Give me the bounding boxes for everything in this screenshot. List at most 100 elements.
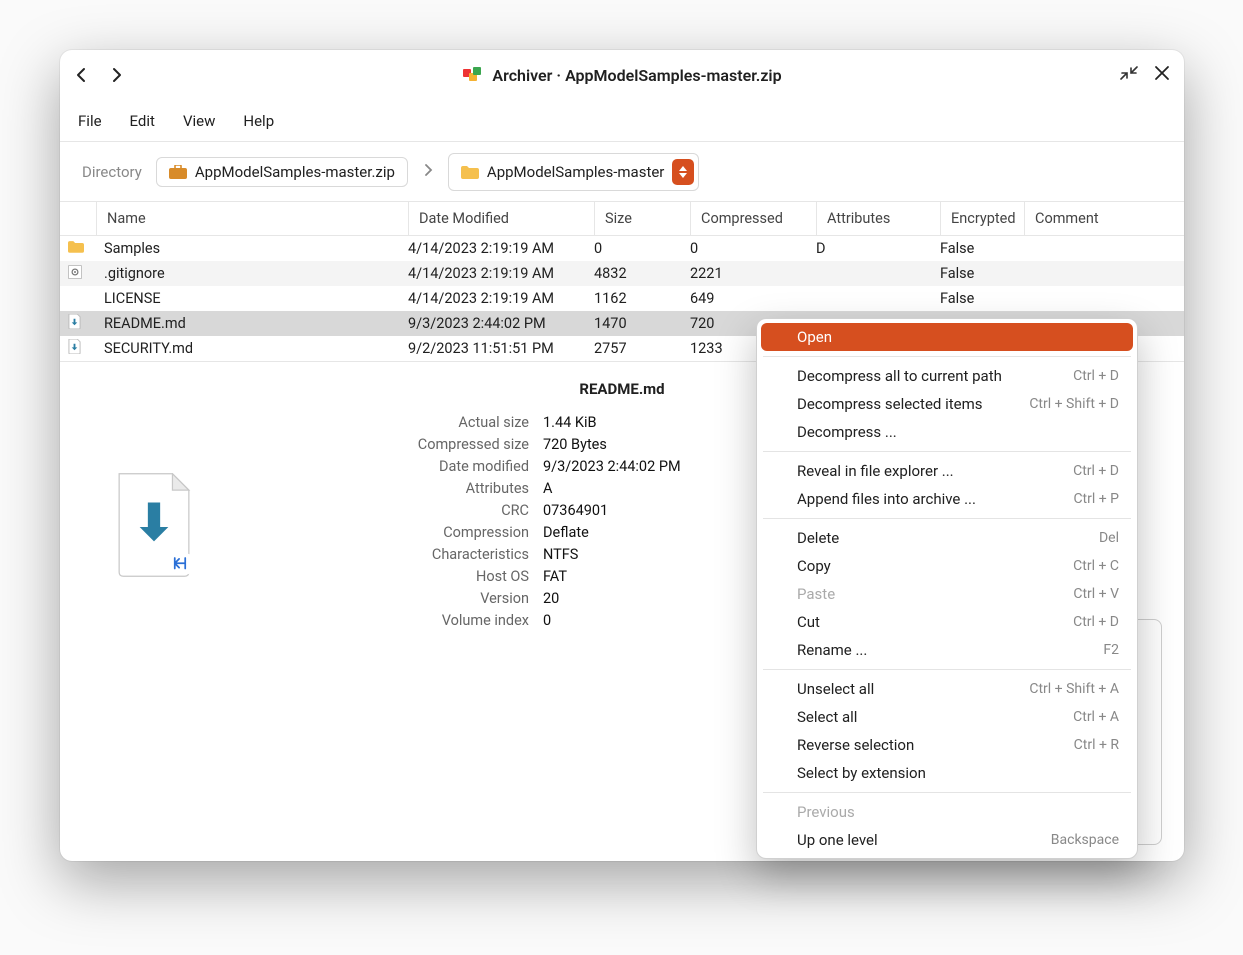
detail-value: 20 — [543, 588, 559, 610]
nav-forward-button[interactable] — [108, 67, 124, 83]
table-row[interactable]: LICENSE4/14/2023 2:19:19 AM1162649False — [60, 286, 1184, 311]
detail-value: NTFS — [543, 544, 578, 566]
context-item[interactable]: DeleteDel — [761, 524, 1133, 552]
gear-icon — [68, 265, 84, 281]
detail-key: Date modified — [224, 456, 529, 478]
context-label: Paste — [797, 585, 835, 603]
context-shortcut: Del — [1099, 530, 1119, 546]
window-title: Archiver · AppModelSamples-master.zip — [492, 66, 781, 85]
menu-file[interactable]: File — [78, 112, 102, 130]
detail-value: 0 — [543, 610, 551, 632]
triangle-up-icon — [679, 166, 687, 171]
context-item[interactable]: Up one levelBackspace — [761, 826, 1133, 854]
triangle-down-icon — [679, 173, 687, 178]
directory-label: Directory — [82, 163, 142, 181]
cell-encrypted: False — [940, 240, 1024, 257]
cell-date: 9/3/2023 2:44:02 PM — [408, 315, 594, 332]
shrink-icon — [1120, 64, 1138, 82]
md-icon — [68, 314, 84, 330]
context-label: Cut — [797, 613, 820, 631]
context-label: Previous — [797, 803, 855, 821]
context-item[interactable]: CopyCtrl + C — [761, 552, 1133, 580]
context-item[interactable]: Decompress ... — [761, 418, 1133, 446]
briefcase-icon — [169, 165, 187, 179]
table-header: Name Date Modified Size Compressed Attri… — [60, 202, 1184, 236]
detail-value: A — [543, 478, 552, 500]
breadcrumb-archive[interactable]: AppModelSamples-master.zip — [156, 157, 408, 187]
detail-key: Version — [224, 588, 529, 610]
breadcrumb-dropdown-button[interactable] — [672, 159, 694, 185]
menu-help[interactable]: Help — [243, 112, 274, 130]
context-item[interactable]: Select by extension — [761, 759, 1133, 787]
context-item[interactable]: Reverse selectionCtrl + R — [761, 731, 1133, 759]
cell-name: LICENSE — [96, 290, 408, 307]
context-shortcut: F2 — [1103, 642, 1119, 658]
context-label: Unselect all — [797, 680, 874, 698]
context-label: Select all — [797, 708, 857, 726]
file-preview-icon — [84, 380, 224, 633]
md-icon — [68, 339, 84, 355]
context-shortcut: Ctrl + C — [1073, 558, 1119, 574]
context-item: Paste Ctrl + V — [761, 580, 1133, 608]
detail-key: Volume index — [224, 610, 529, 632]
context-label: Append files into archive ... — [797, 490, 976, 508]
context-shortcut: Ctrl + D — [1073, 614, 1119, 630]
titlebar: Archiver · AppModelSamples-master.zip — [60, 50, 1184, 100]
menu-edit[interactable]: Edit — [130, 112, 155, 130]
context-label: Decompress ... — [797, 423, 897, 441]
col-comment[interactable]: Comment — [1024, 202, 1184, 235]
context-item[interactable]: Decompress all to current pathCtrl + D — [761, 362, 1133, 390]
context-menu: OpenDecompress all to current pathCtrl +… — [756, 318, 1138, 859]
col-name[interactable]: Name — [96, 202, 408, 235]
detail-value: Deflate — [543, 522, 589, 544]
context-item[interactable]: Open — [761, 323, 1133, 351]
table-row[interactable]: .gitignore4/14/2023 2:19:19 AM48322221Fa… — [60, 261, 1184, 286]
col-size[interactable]: Size — [594, 202, 690, 235]
detail-value: 1.44 KiB — [543, 412, 597, 434]
chevron-right-icon — [108, 67, 124, 83]
cell-compressed: 0 — [690, 240, 816, 257]
context-item[interactable]: Rename ...F2 — [761, 636, 1133, 664]
table-row[interactable]: Samples4/14/2023 2:19:19 AM00DFalse — [60, 236, 1184, 261]
chevron-left-icon — [74, 67, 90, 83]
detail-key: Compressed size — [224, 434, 529, 456]
context-item[interactable]: Decompress selected itemsCtrl + Shift + … — [761, 390, 1133, 418]
menu-view[interactable]: View — [183, 112, 215, 130]
context-shortcut: Ctrl + D — [1073, 463, 1119, 479]
context-item[interactable]: Unselect all Ctrl + Shift + A — [761, 675, 1133, 703]
app-icon — [462, 65, 482, 85]
context-separator — [763, 518, 1131, 519]
cell-encrypted: False — [940, 265, 1024, 282]
cell-encrypted: False — [940, 290, 1024, 307]
close-button[interactable] — [1154, 65, 1170, 85]
nav-back-button[interactable] — [74, 67, 90, 83]
detail-value: FAT — [543, 566, 567, 588]
col-encrypted[interactable]: Encrypted — [940, 202, 1024, 235]
context-label: Reverse selection — [797, 736, 914, 754]
detail-key: Attributes — [224, 478, 529, 500]
cell-size: 4832 — [594, 265, 690, 282]
detail-key: CRC — [224, 500, 529, 522]
context-label: Select by extension — [797, 764, 926, 782]
breadcrumb-folder[interactable]: AppModelSamples-master — [448, 153, 699, 191]
detail-key: Compression — [224, 522, 529, 544]
context-shortcut: Ctrl + Shift + A — [1029, 681, 1119, 697]
context-label: Decompress all to current path — [797, 367, 1002, 385]
context-item[interactable]: Append files into archive ...Ctrl + P — [761, 485, 1133, 513]
cell-attributes: D — [816, 240, 940, 257]
detail-value: 720 Bytes — [543, 434, 607, 456]
col-attributes[interactable]: Attributes — [816, 202, 940, 235]
detail-key: Host OS — [224, 566, 529, 588]
chevron-right-icon — [422, 164, 434, 176]
detail-key: Actual size — [224, 412, 529, 434]
cell-name: SECURITY.md — [96, 340, 408, 357]
col-date[interactable]: Date Modified — [408, 202, 594, 235]
col-compressed[interactable]: Compressed — [690, 202, 816, 235]
context-shortcut: Ctrl + V — [1073, 586, 1119, 602]
context-item[interactable]: Reveal in file explorer ...Ctrl + D — [761, 457, 1133, 485]
minimize-to-tray-button[interactable] — [1120, 64, 1138, 86]
folder-icon — [461, 165, 479, 179]
pathbar: Directory AppModelSamples-master.zip App… — [60, 142, 1184, 202]
context-item[interactable]: Select allCtrl + A — [761, 703, 1133, 731]
context-item[interactable]: Cut Ctrl + D — [761, 608, 1133, 636]
